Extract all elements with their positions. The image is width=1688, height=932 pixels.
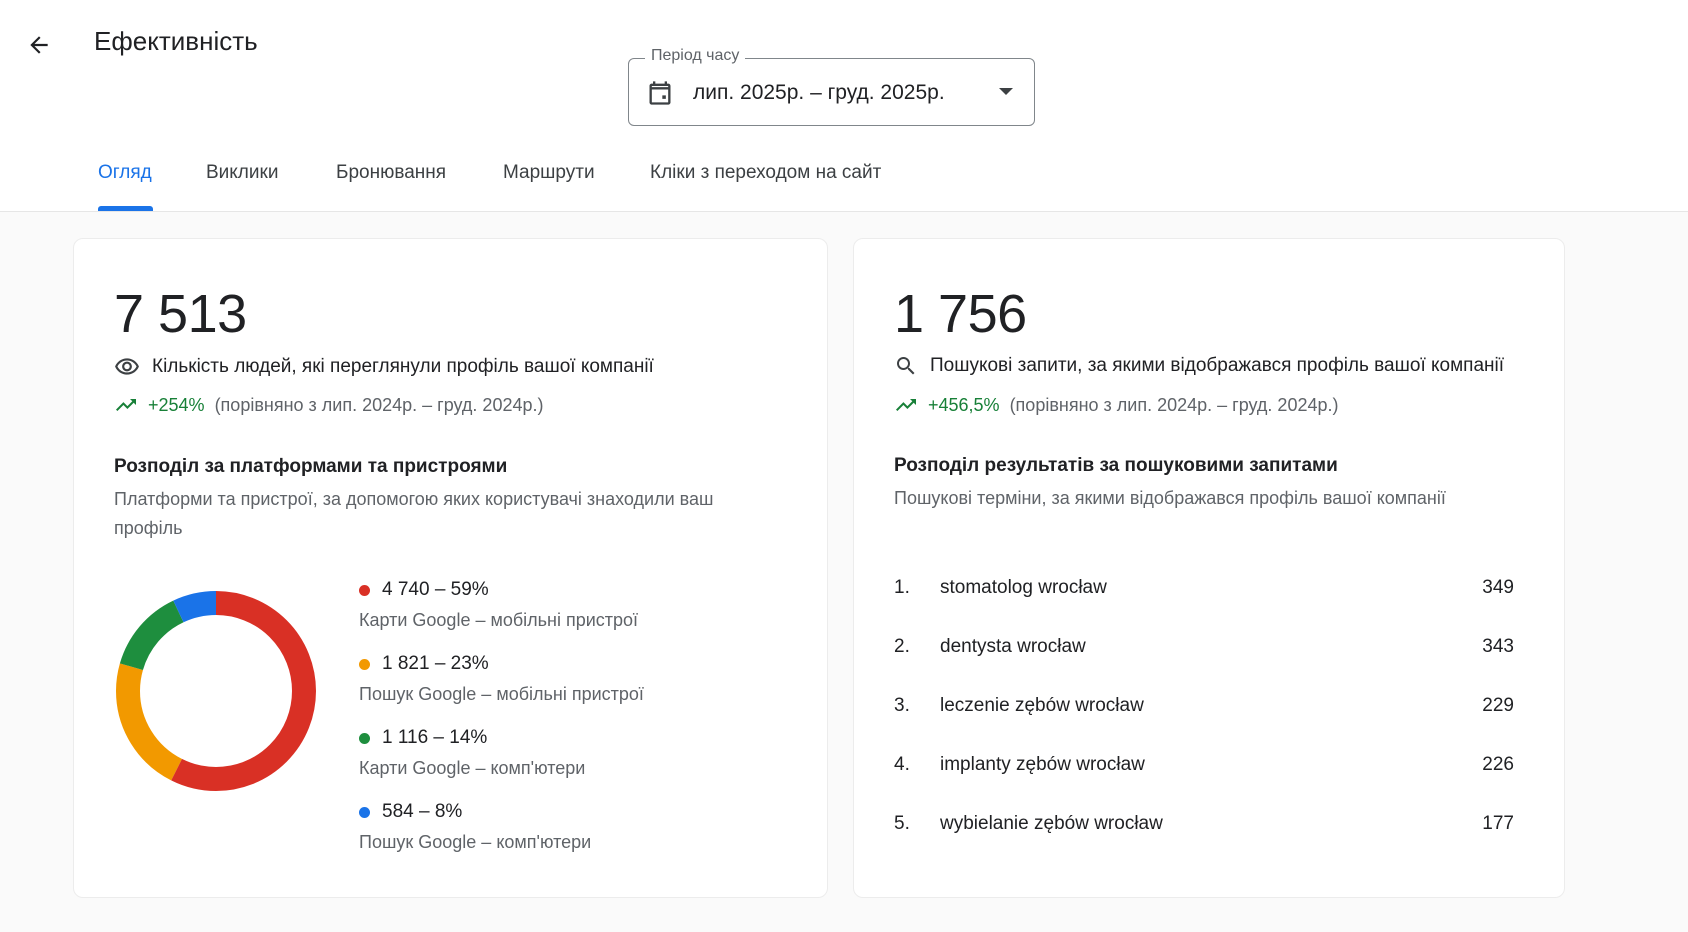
query-count: 349 <box>1482 577 1514 598</box>
query-count: 177 <box>1482 813 1514 834</box>
eye-icon <box>115 358 139 375</box>
query-row[interactable]: 1. stomatolog wrocław 349 <box>894 577 1514 607</box>
query-rank: 4. <box>894 754 910 775</box>
platform-donut-chart <box>116 591 316 791</box>
back-button[interactable] <box>18 24 60 66</box>
breakdown-subtitle: Платформи та пристрої, за допомогою яких… <box>114 489 714 538</box>
red-dot-icon <box>359 584 370 596</box>
query-term: leczenie zębów wrocław <box>940 695 1144 716</box>
legend-value: 4 740 – 59% <box>382 579 489 600</box>
chevron-down-icon <box>999 88 1013 95</box>
legend-value: 1 821 – 23% <box>382 653 489 674</box>
query-count: 226 <box>1482 754 1514 775</box>
trend-comparison: (порівняно з лип. 2024р. – груд. 2024р.) <box>214 394 544 415</box>
breakdown-title: Розподіл за платформами та пристроями <box>114 456 508 477</box>
legend-desc: Пошук Google – комп'ютери <box>359 832 592 852</box>
profile-views-description: Кількість людей, які переглянули профіль… <box>152 356 654 377</box>
tab-overview[interactable]: Огляд <box>98 162 152 184</box>
profile-views-value: 7 513 <box>114 284 247 344</box>
search-queries-card: 1 756 Пошукові запити, за якими відображ… <box>853 238 1565 898</box>
query-breakdown-title: Розподіл результатів за пошуковими запит… <box>894 455 1338 476</box>
calendar-icon <box>649 81 671 105</box>
page-title: Ефективність <box>94 26 258 56</box>
query-rank: 5. <box>894 813 910 834</box>
search-queries-metric: Пошукові запити, за якими відображався п… <box>894 354 1504 378</box>
query-row[interactable]: 4. implanty zębów wrocław 226 <box>894 754 1514 784</box>
legend-value: 584 – 8% <box>382 801 463 822</box>
search-queries-value: 1 756 <box>894 284 1027 344</box>
query-rank: 3. <box>894 695 910 716</box>
query-row[interactable]: 3. leczenie zębów wrocław 229 <box>894 695 1514 725</box>
period-label: Період часу <box>645 47 746 65</box>
arrow-back-icon <box>30 36 48 54</box>
query-rank: 1. <box>894 577 910 598</box>
search-queries-description: Пошукові запити, за якими відображався п… <box>930 355 1504 376</box>
profile-views-card: 7 513 Кількість людей, які переглянули п… <box>73 238 828 898</box>
legend-item: 1 116 – 14% Карти Google – комп'ютери <box>359 727 585 779</box>
tab-website-clicks[interactable]: Кліки з переходом на сайт <box>650 162 881 184</box>
blue-dot-icon <box>359 806 370 818</box>
top-bar: Ефективність Період часу лип. 2025р. – г… <box>0 0 1688 212</box>
green-dot-icon <box>359 732 370 744</box>
legend-item: 584 – 8% Пошук Google – комп'ютери <box>359 801 591 853</box>
legend-item: 4 740 – 59% Карти Google – мобільні прис… <box>359 579 638 631</box>
search-queries-trend: +456,5% (порівняно з лип. 2024р. – груд.… <box>894 393 1338 417</box>
period-select[interactable]: Період часу лип. 2025р. – груд. 2025р. <box>628 47 1035 126</box>
legend-value: 1 116 – 14% <box>382 727 488 748</box>
search-icon <box>897 357 915 375</box>
query-breakdown-subtitle: Пошукові терміни, за якими відображався … <box>894 488 1446 508</box>
trend-percent: +254% <box>148 394 205 415</box>
query-count: 229 <box>1482 695 1514 716</box>
legend-item: 1 821 – 23% Пошук Google – мобільні прис… <box>359 653 644 705</box>
query-term: implanty zębów wrocław <box>940 754 1145 775</box>
tab-calls[interactable]: Виклики <box>206 162 278 184</box>
legend-desc: Пошук Google – мобільні пристрої <box>359 684 644 704</box>
tab-bookings[interactable]: Бронювання <box>336 162 446 184</box>
query-term: wybielanie zębów wrocław <box>940 813 1163 834</box>
legend-desc: Карти Google – мобільні пристрої <box>359 610 639 630</box>
query-row[interactable]: 5. wybielanie zębów wrocław 177 <box>894 813 1514 843</box>
legend-desc: Карти Google – комп'ютери <box>359 758 586 778</box>
profile-views-metric: Кількість людей, які переглянули профіль… <box>114 354 654 380</box>
query-term: dentysta wrocław <box>940 636 1086 657</box>
query-count: 343 <box>1482 636 1514 657</box>
query-term: stomatolog wrocław <box>940 577 1107 598</box>
tab-bar: Огляд Виклики Бронювання Маршрути Кліки … <box>0 148 1688 212</box>
trend-percent: +456,5% <box>928 394 1000 415</box>
query-rank: 2. <box>894 636 910 657</box>
period-value: лип. 2025р. – груд. 2025р. <box>693 81 945 104</box>
trending-up-icon <box>116 399 136 411</box>
query-row[interactable]: 2. dentysta wrocław 343 <box>894 636 1514 666</box>
orange-dot-icon <box>359 658 370 670</box>
trend-comparison: (порівняно з лип. 2024р. – груд. 2024р.) <box>1009 394 1339 415</box>
trending-up-icon <box>896 399 916 411</box>
active-tab-indicator <box>98 206 153 211</box>
profile-views-trend: +254% (порівняно з лип. 2024р. – груд. 2… <box>114 393 543 417</box>
tab-directions[interactable]: Маршрути <box>503 162 595 184</box>
